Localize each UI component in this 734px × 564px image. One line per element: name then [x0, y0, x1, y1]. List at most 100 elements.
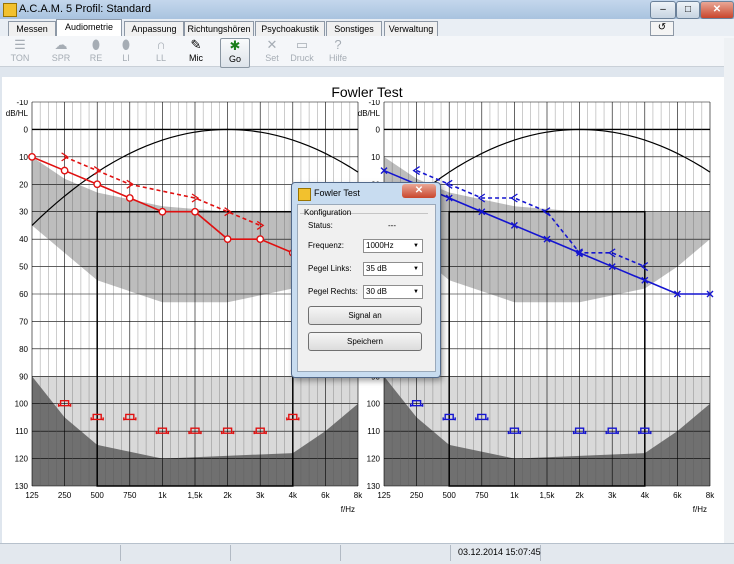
pegel-rechts-label: Pegel Rechts: — [308, 287, 358, 296]
dialog-app-icon — [298, 188, 311, 201]
tab-richtungshören[interactable]: Richtungshören — [184, 21, 254, 36]
close-button[interactable]: ✕ — [700, 1, 734, 19]
status-bar — [0, 543, 734, 564]
tool-label: Go — [228, 54, 241, 64]
y-tick-label: -10 — [368, 100, 380, 107]
go-icon: ✱ — [229, 38, 241, 53]
data-point-circle — [28, 152, 36, 161]
tab-messen[interactable]: Messen — [8, 21, 56, 36]
x-tick-label: 750 — [123, 491, 137, 500]
pegel-rechts-value: 30 dB — [366, 287, 387, 296]
y-tick-label: 100 — [367, 400, 381, 409]
status-separator — [450, 545, 451, 561]
x-tick-label: 500 — [443, 491, 457, 500]
frequency-label: Frequenz: — [308, 241, 345, 250]
fowler-dialog: Fowler Test ✕ Konfiguration Status: --- … — [291, 182, 441, 378]
y-tick-label: 110 — [367, 427, 380, 436]
tool-druck-button[interactable]: ▭ Druck — [284, 38, 320, 66]
y-tick-label: 110 — [15, 427, 28, 436]
group-label: Konfiguration — [304, 208, 352, 217]
y-tick-label: 40 — [19, 235, 28, 244]
y-tick-label: 60 — [19, 290, 28, 299]
tool-label: LI — [122, 53, 130, 63]
scrollbar[interactable] — [724, 38, 734, 543]
pegel-rechts-select[interactable]: 30 dB ▼ — [363, 285, 423, 299]
maximize-button[interactable]: □ — [676, 1, 700, 19]
x-tick-label: 750 — [475, 491, 489, 500]
pegel-links-label: Pegel Links: — [308, 264, 352, 273]
x-axis-label: f/Hz — [693, 505, 707, 514]
tool-spr-button[interactable]: ☁ SPR — [43, 38, 79, 66]
data-point-circle — [125, 194, 134, 202]
x-tick-label: 125 — [25, 491, 39, 500]
x-tick-label: 500 — [91, 491, 105, 500]
dropdown-arrow-icon: ▼ — [413, 243, 419, 249]
status-separator — [230, 545, 231, 561]
headphones-icon: ∩ — [156, 37, 166, 52]
save-button[interactable]: Speichern — [308, 332, 422, 351]
y-tick-label: 90 — [19, 372, 28, 381]
tool-mic-button[interactable]: ✎ Mic — [178, 38, 214, 66]
tool-go-button[interactable]: ✱ Go — [220, 38, 250, 68]
status-separator — [340, 545, 341, 561]
tool-label: Druck — [290, 53, 314, 63]
y-tick-label: 120 — [15, 455, 29, 464]
status-timestamp: 03.12.2014 15:07:45 — [458, 547, 541, 557]
y-axis-label: dB/HL — [6, 109, 29, 118]
tool-label: LL — [155, 53, 166, 63]
x-tick-label: 2k — [575, 491, 584, 500]
y-tick-label: 120 — [367, 455, 381, 464]
x-tick-label: 1k — [510, 491, 519, 500]
tab-sonstiges[interactable]: Sonstiges — [326, 21, 382, 36]
tool-li-button[interactable]: ⬮ LI — [108, 38, 144, 66]
x-tick-label: 1k — [158, 491, 167, 500]
dropdown-arrow-icon: ▼ — [413, 266, 419, 272]
x-tick-label: 2k — [223, 491, 232, 500]
pegel-links-select[interactable]: 35 dB ▼ — [363, 262, 423, 276]
data-point-circle — [158, 207, 167, 216]
x-tick-label: 6k — [673, 491, 682, 500]
status-separator — [120, 545, 121, 561]
y-tick-label: 10 — [19, 153, 28, 162]
dropdown-arrow-icon: ▼ — [413, 289, 419, 295]
y-tick-label: 100 — [15, 400, 29, 409]
x-tick-label: 4k — [641, 491, 650, 500]
signal-on-button[interactable]: Signal an — [308, 306, 422, 325]
speech-icon: ☁ — [54, 37, 68, 52]
tool-hilfe-button[interactable]: ? Hilfe — [320, 38, 356, 66]
tab-audiometrie[interactable]: Audiometrie — [56, 19, 122, 37]
x-tick-label: 1,5k — [187, 491, 203, 500]
y-tick-label: 50 — [19, 263, 28, 272]
tab-psychoakustik[interactable]: Psychoakustik — [255, 21, 325, 36]
data-point-circle — [256, 235, 265, 244]
y-tick-label: 130 — [15, 482, 29, 491]
tool-label: Mic — [189, 53, 203, 63]
y-tick-label: -10 — [16, 100, 28, 107]
y-tick-label: 70 — [19, 317, 28, 326]
minimize-button[interactable]: – — [650, 1, 676, 19]
x-tick-label: 250 — [410, 491, 424, 500]
y-axis-label: dB/HL — [358, 109, 381, 118]
tool-ton-button[interactable]: ☰ TON — [2, 38, 38, 66]
window-title: A.C.A.M. 5 Profil: Standard — [19, 3, 152, 15]
microphone-icon: ✎ — [190, 37, 202, 52]
tool-label: SPR — [51, 53, 71, 63]
refresh-icon[interactable]: ↺ — [650, 21, 674, 36]
x-tick-label: 250 — [58, 491, 72, 500]
dialog-close-button[interactable]: ✕ — [402, 184, 436, 198]
tab-anpassung[interactable]: Anpassung — [124, 21, 184, 36]
frequency-select[interactable]: 1000Hz ▼ — [363, 239, 423, 253]
x-tick-label: 6k — [321, 491, 330, 500]
app-icon — [3, 3, 17, 17]
data-point-circle — [223, 235, 232, 244]
tool-label: Hilfe — [328, 53, 347, 63]
dialog-title: Fowler Test — [314, 188, 360, 198]
page-title: Fowler Test — [331, 84, 403, 100]
tab-verwaltung[interactable]: Verwaltung — [384, 21, 438, 36]
x-tick-label: 1,5k — [539, 491, 555, 500]
y-tick-label: 30 — [19, 208, 28, 217]
frequency-value: 1000Hz — [366, 241, 394, 250]
printer-icon: ▭ — [295, 37, 309, 52]
tool-ll-button[interactable]: ∩ LL — [143, 38, 179, 66]
x-tick-label: 3k — [256, 491, 265, 500]
